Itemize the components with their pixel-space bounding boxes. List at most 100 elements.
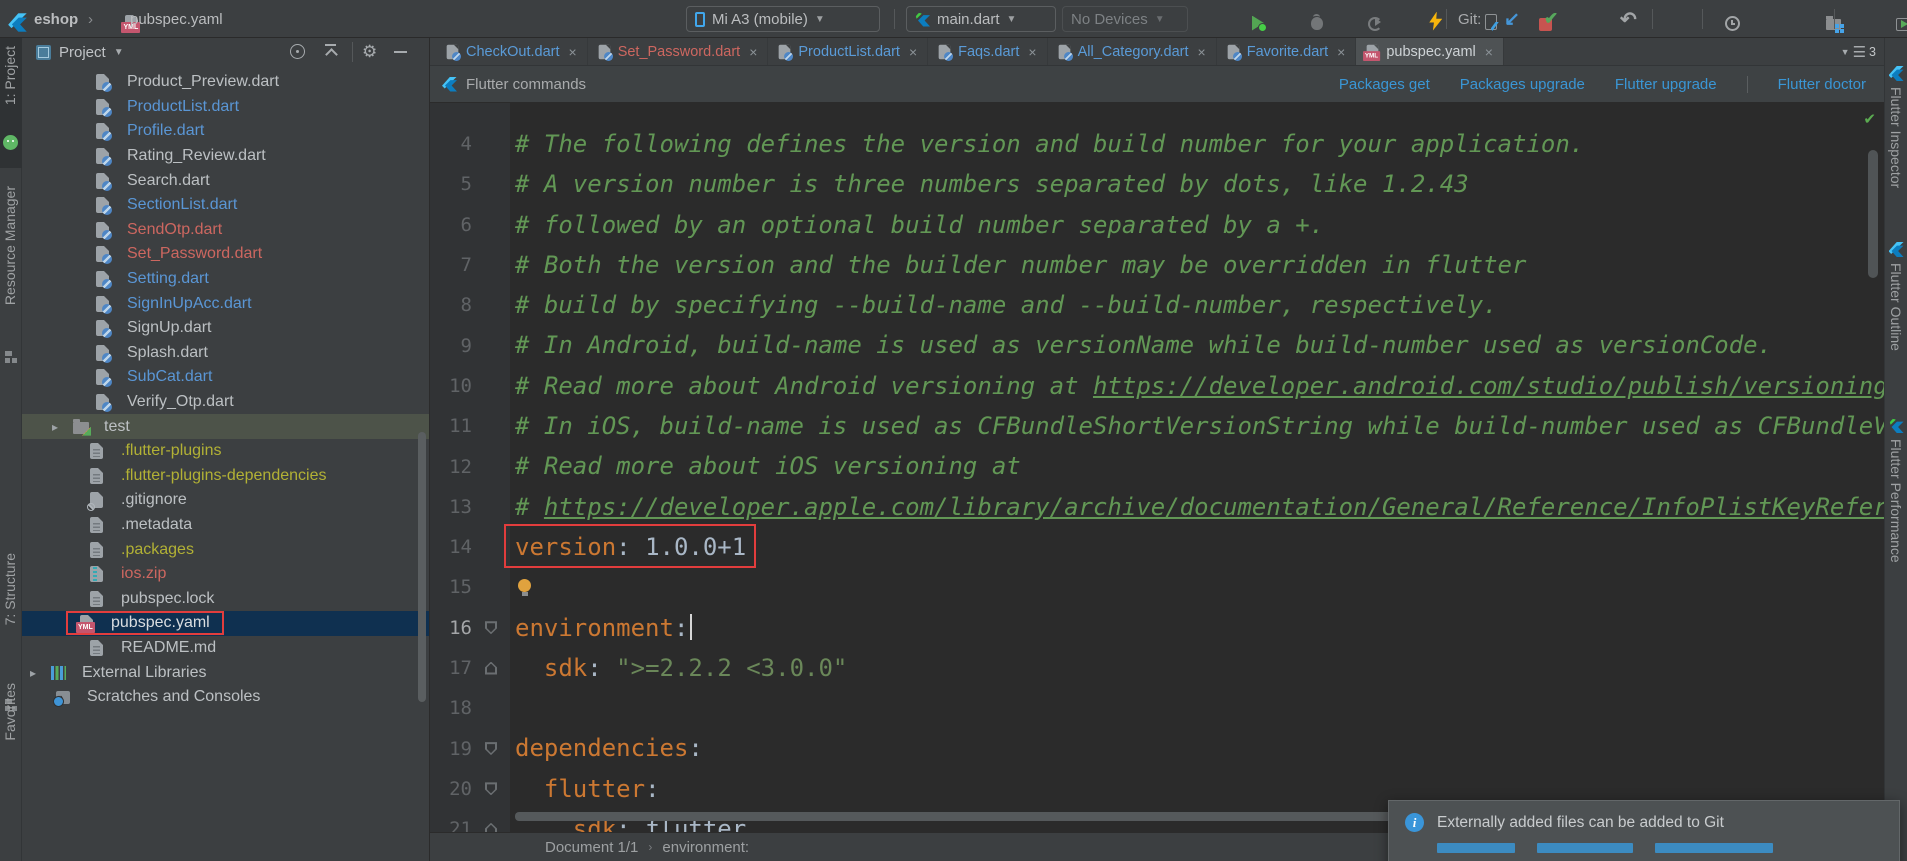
tab-faqs-dart[interactable]: Faqs.dart× (928, 38, 1047, 65)
tree-item-ios-zip[interactable]: ios.zip (22, 562, 429, 587)
hide-panel-icon[interactable] (394, 51, 407, 53)
hot-reload-button[interactable] (1429, 12, 1442, 31)
tab-favorite-dart[interactable]: Favorite.dart× (1217, 38, 1357, 65)
code-line-13[interactable]: # https://developer.apple.com/library/ar… (515, 487, 1884, 527)
tree-item-splash-dart[interactable]: Splash.dart (22, 341, 429, 366)
editor-code[interactable]: # The following defines the version and … (510, 103, 1884, 832)
tool-button-project[interactable]: 1: Project (2, 46, 18, 105)
notification-actions[interactable] (1405, 843, 1883, 853)
code-line-8[interactable]: # build by specifying --build-name and -… (515, 285, 1884, 325)
devices-selector[interactable]: No Devices ▼ (1062, 6, 1188, 32)
tool-button-structure[interactable]: 7: Structure (2, 553, 18, 625)
profile-button[interactable] (1368, 17, 1382, 31)
fold-marker-icon[interactable] (485, 782, 497, 795)
tree-item-packages[interactable]: .packages (22, 537, 429, 562)
tree-scrollbar[interactable] (418, 432, 426, 702)
tree-item-rating-review-dart[interactable]: Rating_Review.dart (22, 144, 429, 169)
code-line-16[interactable]: environment: (515, 608, 1884, 648)
close-tab-icon[interactable]: × (1337, 44, 1345, 60)
chevron-right-icon[interactable]: ▸ (52, 420, 64, 434)
breadcrumb-node[interactable]: environment: (662, 839, 749, 856)
tree-item-set-password-dart[interactable]: Set_Password.dart (22, 242, 429, 267)
fold-marker-icon[interactable] (485, 823, 497, 832)
fold-marker-icon[interactable] (485, 621, 497, 634)
tree-item-flutter-plugins[interactable]: .flutter-plugins (22, 439, 429, 464)
code-line-5[interactable]: # A version number is three numbers sepa… (515, 164, 1884, 204)
chevron-right-icon[interactable]: ▸ (30, 666, 42, 680)
tool-button-favorites[interactable]: Favorites (2, 683, 18, 741)
tree-item-readme-md[interactable]: README.md (22, 636, 429, 661)
tree-item-sectionlist-dart[interactable]: SectionList.dart (22, 193, 429, 218)
chevron-down-icon[interactable]: ▼ (114, 47, 124, 58)
debug-button[interactable] (1311, 17, 1323, 30)
tab-pubspec-yaml[interactable]: pubspec.yaml× (1356, 38, 1504, 65)
project-panel-title[interactable]: Project (59, 44, 106, 61)
tree-item-metadata[interactable]: .metadata (22, 513, 429, 538)
git-commit-icon[interactable]: ✔ (1544, 0, 1558, 38)
hot-restart-button[interactable] (1485, 14, 1497, 30)
code-line-10[interactable]: # Read more about Android versioning at … (515, 366, 1884, 406)
tree-item-search-dart[interactable]: Search.dart (22, 168, 429, 193)
hidden-tabs-button[interactable]: ▼ ☰ 3 (1841, 38, 1876, 66)
locate-file-icon[interactable] (290, 44, 305, 59)
tree-item-scratches-and-consoles[interactable]: Scratches and Consoles (22, 685, 429, 710)
gear-icon[interactable]: ⚙ (362, 43, 377, 60)
history-icon[interactable] (1725, 16, 1740, 31)
tree-item-gitignore[interactable]: .gitignore (22, 488, 429, 513)
avd-manager-icon[interactable] (1896, 18, 1907, 31)
code-line-17[interactable]: sdk: ">=2.2.2 <3.0.0" (515, 648, 1884, 688)
tree-item-profile-dart[interactable]: Profile.dart (22, 119, 429, 144)
fold-marker-icon[interactable] (485, 742, 497, 755)
code-line-9[interactable]: # In Android, build-name is used as vers… (515, 325, 1884, 365)
run-button[interactable] (1252, 16, 1265, 31)
tree-item-pubspec-yaml[interactable]: pubspec.yaml (22, 611, 429, 636)
inspections-ok-icon[interactable]: ✔ (1863, 110, 1876, 128)
tree-item-setting-dart[interactable]: Setting.dart (22, 267, 429, 292)
tab-set-password-dart[interactable]: Set_Password.dart× (588, 38, 769, 65)
close-tab-icon[interactable]: × (569, 44, 577, 60)
rollback-icon[interactable]: ↶ (1620, 0, 1637, 38)
code-line-18[interactable] (515, 688, 1884, 728)
code-line-15[interactable] (515, 567, 1884, 607)
collapse-all-icon[interactable] (324, 44, 337, 58)
tree-item-sendotp-dart[interactable]: SendOtp.dart (22, 218, 429, 243)
device-selector[interactable]: Mi A3 (mobile) ▼ (686, 6, 880, 32)
tree-item-verify-otp-dart[interactable]: Verify_Otp.dart (22, 390, 429, 415)
tab-all-category-dart[interactable]: All_Category.dart× (1048, 38, 1217, 65)
code-line-4[interactable]: # The following defines the version and … (515, 124, 1884, 164)
intention-bulb-icon[interactable] (518, 579, 531, 592)
tree-item-test[interactable]: ▸test (22, 414, 429, 439)
tree-item-productlist-dart[interactable]: ProductList.dart (22, 95, 429, 120)
fold-marker-icon[interactable] (485, 662, 497, 675)
tool-button-flutter-outline[interactable]: Flutter Outline (1888, 242, 1904, 351)
tool-button-resource-manager[interactable]: Resource Manager (2, 186, 18, 305)
close-tab-icon[interactable]: × (1485, 44, 1493, 60)
tree-item-subcat-dart[interactable]: SubCat.dart (22, 365, 429, 390)
notification-toast[interactable]: Externally added files can be added to G… (1388, 800, 1900, 861)
breadcrumb-file[interactable]: pubspec.yaml (130, 0, 223, 38)
code-line-19[interactable]: dependencies: (515, 728, 1884, 768)
tree-item-product-preview-dart[interactable]: Product_Preview.dart (22, 70, 429, 95)
code-line-6[interactable]: # followed by an optional build number s… (515, 205, 1884, 245)
flutter-action-flutter-doctor[interactable]: Flutter doctor (1747, 76, 1866, 93)
tree-item-pubspec-lock[interactable]: pubspec.lock (22, 586, 429, 611)
code-editor[interactable]: 456789101112131415161718192021 # The fol… (430, 103, 1884, 832)
close-tab-icon[interactable]: × (749, 44, 757, 60)
close-tab-icon[interactable]: × (1028, 44, 1036, 60)
git-update-icon[interactable]: ↙ (1504, 0, 1520, 38)
tool-button-flutter-performance[interactable]: Flutter Performance (1888, 418, 1904, 563)
tree-item-external-libraries[interactable]: ▸External Libraries (22, 660, 429, 685)
code-line-12[interactable]: # Read more about iOS versioning at (515, 446, 1884, 486)
code-line-11[interactable]: # In iOS, build-name is used as CFBundle… (515, 406, 1884, 446)
tree-item-signup-dart[interactable]: SignUp.dart (22, 316, 429, 341)
tab-checkout-dart[interactable]: CheckOut.dart× (436, 38, 588, 65)
close-tab-icon[interactable]: × (1198, 44, 1206, 60)
tree-item-signinupacc-dart[interactable]: SignInUpAcc.dart (22, 291, 429, 316)
flutter-action-packages-upgrade[interactable]: Packages upgrade (1460, 76, 1585, 93)
structure-mini-icon[interactable] (5, 351, 17, 363)
vertical-scrollbar[interactable] (1868, 150, 1878, 278)
tool-button-flutter-inspector[interactable]: Flutter Inspector (1888, 66, 1904, 188)
code-line-7[interactable]: # Both the version and the builder numbe… (515, 245, 1884, 285)
flutter-action-flutter-upgrade[interactable]: Flutter upgrade (1615, 76, 1717, 93)
tree-item-flutter-plugins-dependencies[interactable]: .flutter-plugins-dependencies (22, 464, 429, 489)
